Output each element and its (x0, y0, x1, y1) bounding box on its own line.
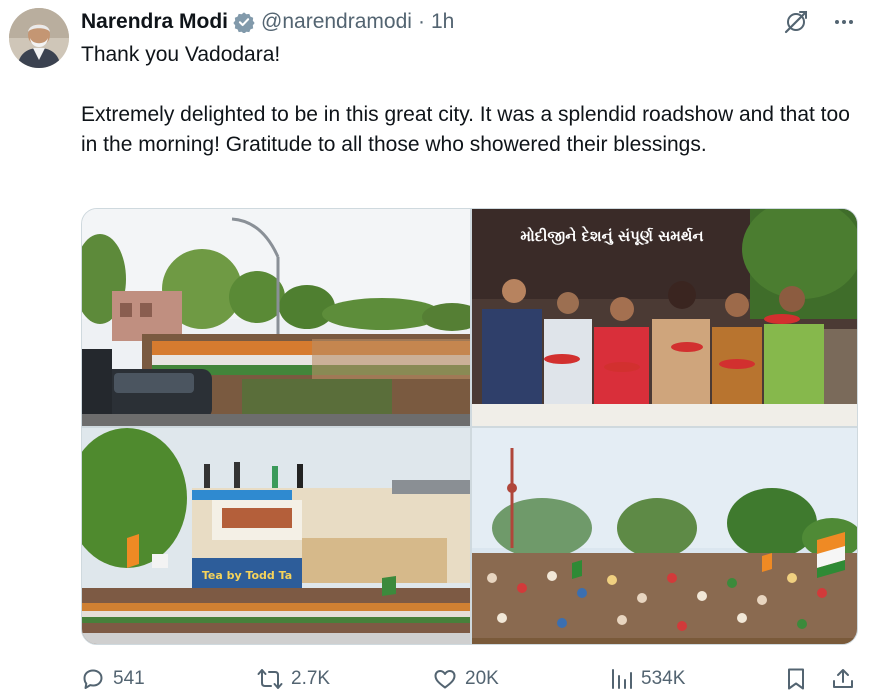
repost-button[interactable]: 2.7K (257, 664, 330, 694)
author-name[interactable]: Narendra Modi (81, 10, 228, 34)
views-count: 534K (641, 668, 686, 689)
views-button[interactable]: 534K (609, 664, 685, 694)
reply-icon (83, 669, 103, 689)
share-button[interactable] (831, 664, 855, 694)
bookmark-button[interactable] (785, 664, 807, 694)
tweet-time[interactable]: 1h (431, 10, 454, 34)
share-icon (833, 669, 853, 688)
author-handle[interactable]: @narendramodi (261, 10, 412, 34)
media-photo-4[interactable] (472, 428, 857, 644)
views-icon (612, 669, 632, 689)
media-photo-2[interactable]: મોદીજીને દેશનું સંપૂર્ણ સમર્થન (472, 209, 857, 426)
banner-text: મોદીજીને દેશનું સંપૂર્ણ સમર્થન (520, 225, 703, 246)
separator-dot: · (417, 10, 425, 33)
grok-icon[interactable] (782, 8, 810, 36)
verified-badge-icon[interactable] (233, 11, 255, 34)
repost-count: 2.7K (291, 668, 331, 689)
avatar[interactable] (9, 8, 69, 68)
repost-icon (257, 669, 283, 689)
tweet-header: Narendra Modi @narendramodi · 1h (81, 8, 454, 36)
reply-button[interactable]: 541 (81, 664, 145, 694)
like-icon (434, 670, 456, 689)
tweet-top-actions (782, 8, 858, 36)
media-photo-3[interactable]: Tea by Todd Ta (82, 428, 470, 644)
tweet-paragraph: Extremely delighted to be in this great … (81, 103, 850, 156)
media-photo-1[interactable] (82, 209, 470, 426)
like-button[interactable]: 20K (433, 664, 499, 694)
tweet-text: Thank you Vadodara! Extremely delighted … (81, 40, 861, 160)
reply-count: 541 (113, 668, 145, 689)
tweet-paragraph: Thank you Vadodara! (81, 43, 281, 66)
avatar-image (9, 8, 69, 68)
more-icon[interactable] (830, 8, 858, 36)
like-count: 20K (465, 668, 499, 689)
bookmark-icon (788, 668, 804, 690)
tweet-actions: 541 2.7K 20K 534K (81, 664, 861, 694)
poster-text: Tea by Todd Ta (202, 569, 292, 582)
media-grid: મોદીજીને દેશનું સંપૂર્ણ સમર્થન Tea by To… (81, 208, 858, 645)
